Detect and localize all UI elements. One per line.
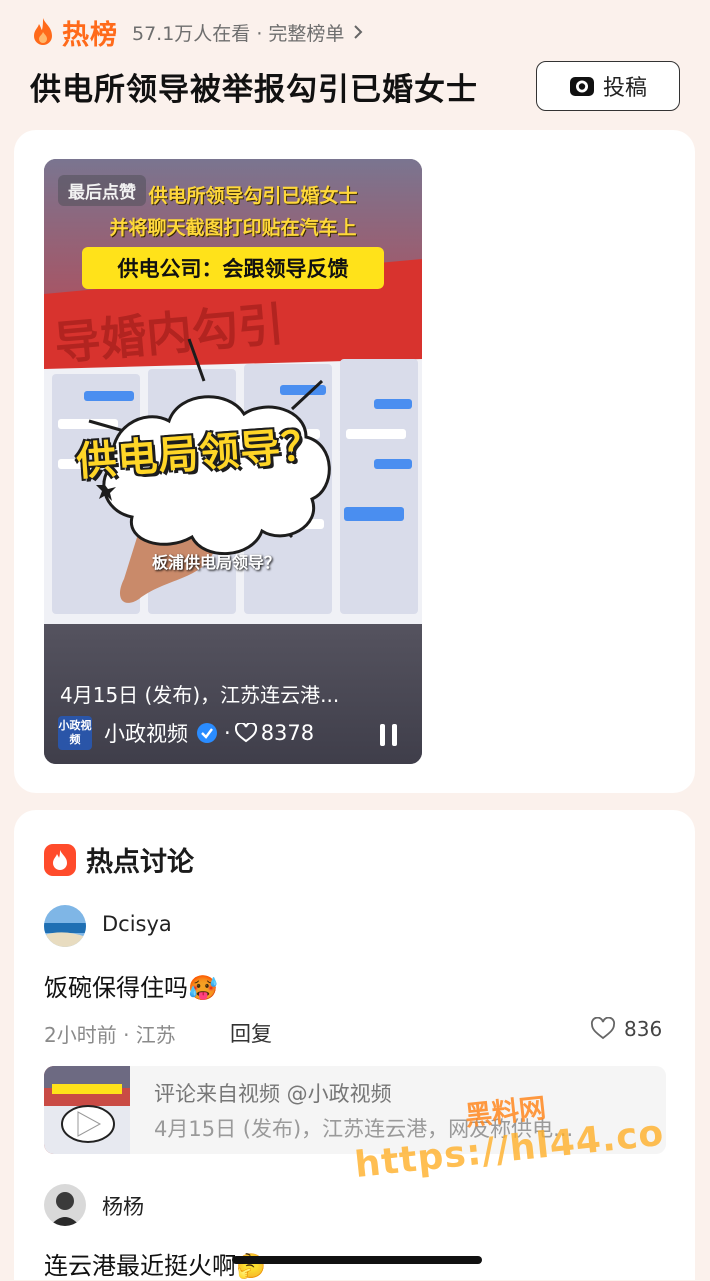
video-player[interactable]: 导婚内勾引 最后点赞 供电所领导勾引已婚女士 并将聊天截图打印贴在汽车上 供电公… (44, 159, 422, 764)
submit-label: 投稿 (602, 76, 647, 101)
video-description[interactable]: 4月15日 (发布)，江苏连云港... (60, 679, 339, 708)
comment-meta: 2小时前 · 江苏 (44, 1023, 176, 1047)
comment-text: 连云港最近挺火啊🤔 (44, 1252, 266, 1280)
comment-like-count: 836 (624, 1017, 663, 1041)
verified-badge-icon (197, 723, 217, 743)
video-caption-line1: 供电所领导勾引已婚女士 (148, 185, 358, 207)
video-caption-line2: 并将聊天截图打印贴在汽车上 (109, 217, 357, 239)
submit-button[interactable]: 投稿 (536, 61, 680, 111)
video-caption-line3: 供电公司：会跟领导反馈 (82, 247, 384, 289)
title-row: 供电所领导被举报勾引已婚女士 投稿 (30, 61, 680, 111)
heart-icon[interactable] (234, 723, 257, 743)
video-like-count: 8378 (260, 721, 315, 745)
hot-list-bar[interactable]: 热榜 57.1万人在看 · 完整榜单 (30, 14, 364, 51)
flame-icon (34, 18, 52, 45)
source-logo[interactable]: 小政视频 (58, 716, 92, 750)
hot-discussion-icon (44, 843, 76, 876)
pause-icon[interactable] (378, 723, 400, 747)
comment-like-button[interactable]: 836 (590, 1017, 662, 1041)
video-card: 导婚内勾引 最后点赞 供电所领导勾引已婚女士 并将聊天截图打印贴在汽车上 供电公… (14, 130, 695, 793)
hot-list-label: 热榜 (62, 19, 118, 51)
home-indicator[interactable] (232, 1256, 482, 1264)
reply-button[interactable]: 回复 (230, 1018, 272, 1048)
comment-text: 饭碗保得住吗🥵 (44, 974, 218, 1002)
discussion-title: 热点讨论 (86, 847, 194, 878)
viewer-count-link[interactable]: 57.1万人在看 · 完整榜单 (132, 19, 344, 46)
avatar[interactable] (44, 1184, 86, 1226)
camera-icon (569, 77, 594, 96)
reference-source: 评论来自视频 @小政视频 (154, 1082, 392, 1106)
source-name[interactable]: 小政视频 (104, 718, 188, 748)
reference-thumbnail (44, 1066, 130, 1154)
page-title: 供电所领导被举报勾引已婚女士 (30, 71, 478, 108)
chevron-right-icon (354, 25, 363, 39)
portrait-avatar-image (44, 1184, 86, 1226)
heart-outline-icon (591, 1017, 615, 1040)
video-subcaption: 板浦供电局领导？ (152, 553, 281, 572)
avatar[interactable] (44, 905, 86, 947)
comment-username[interactable]: Dcisya (102, 912, 172, 936)
comment-username[interactable]: 杨杨 (102, 1191, 144, 1221)
discussion-card: 热点讨论 Dcisya 饭碗保得住吗🥵 2小时前 · 江苏 回复 836 评论来… (14, 810, 695, 1280)
video-meta: 小政视频 小政视频 · 8378 (58, 715, 314, 751)
discussion-header: 热点讨论 (44, 840, 194, 879)
beach-avatar-image (44, 905, 86, 947)
